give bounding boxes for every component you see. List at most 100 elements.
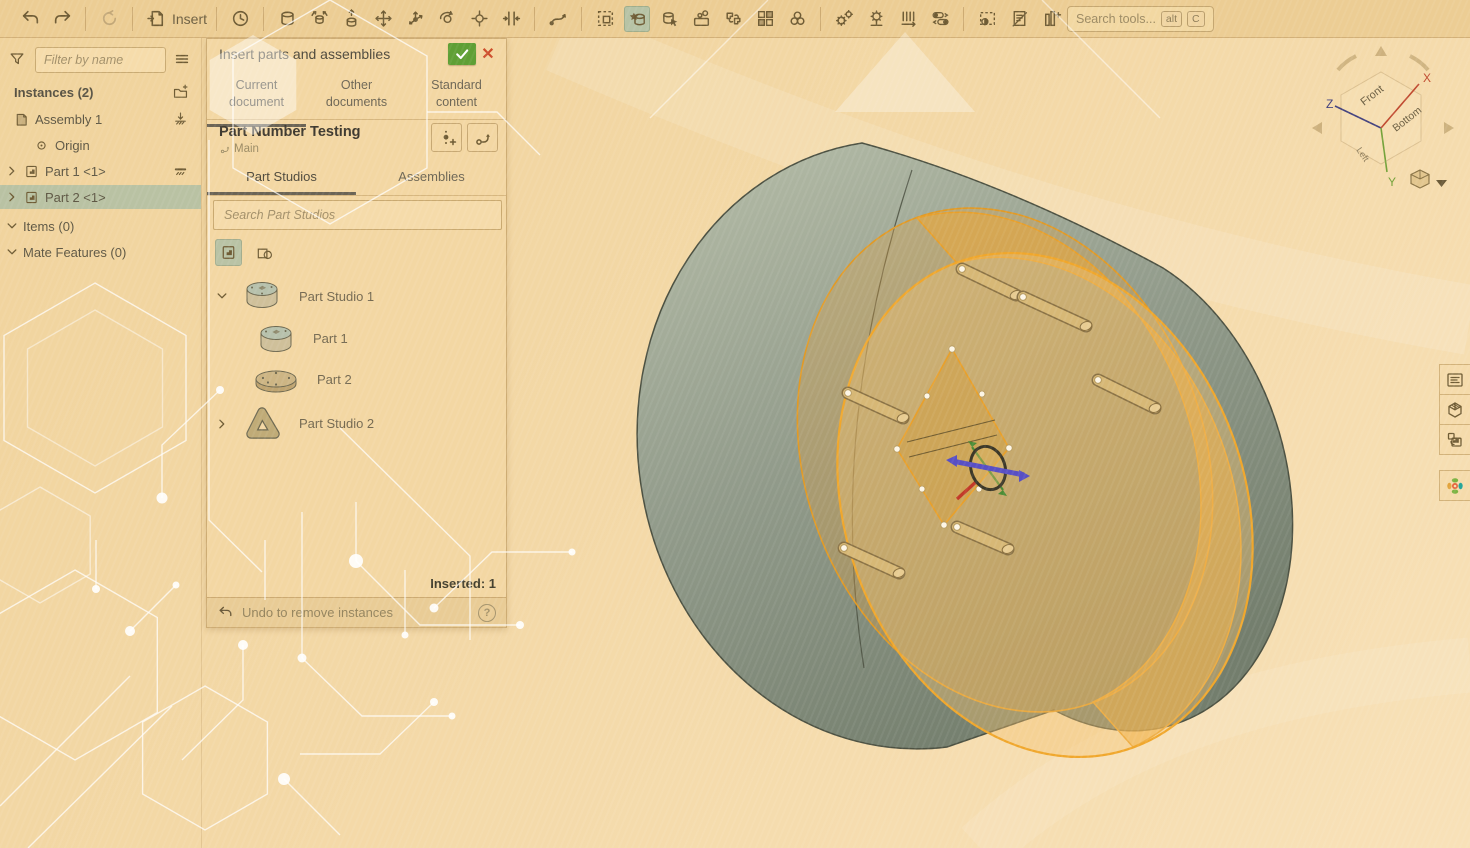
select-scope-icon[interactable] (592, 6, 618, 32)
undo-label: Undo to remove instances (242, 605, 478, 620)
pin-slot-mate-icon[interactable] (466, 6, 492, 32)
rollback-icon (96, 6, 122, 32)
revolute-mate-icon[interactable] (306, 6, 332, 32)
part1-label: Part 1 <1> (45, 164, 106, 179)
axis-z-label: Z (1326, 97, 1333, 111)
tree-row-part2-selected[interactable]: Part 2 <1> (0, 185, 201, 209)
assembly-label: Assembly 1 (35, 112, 102, 127)
list-item-part-2[interactable]: Part 2 (207, 359, 506, 400)
redo-icon[interactable] (49, 6, 75, 32)
dialog-subtabs: Part Studios Assemblies (207, 161, 506, 196)
document-name: Part Number Testing (219, 124, 361, 140)
assembly-doc-icon (12, 110, 30, 128)
fixed-gear-icon[interactable] (863, 6, 889, 32)
search-tools-button[interactable]: Search tools... alt C (1067, 6, 1214, 32)
mate-features-header: Mate Features (0) (23, 245, 126, 260)
toolbar-divider (534, 7, 535, 31)
switch-instances-icon[interactable] (927, 6, 953, 32)
chevron-right-icon[interactable] (215, 417, 229, 431)
list-item-part-1[interactable]: Part 1 (207, 318, 506, 359)
kbd-alt: alt (1161, 11, 1182, 27)
history-icon[interactable] (227, 6, 253, 32)
create-version-button[interactable] (431, 123, 462, 152)
subtab-assemblies[interactable]: Assemblies (357, 161, 506, 192)
tree-row-assembly[interactable]: Assembly 1 (0, 107, 201, 131)
derived-part-icon[interactable] (1439, 424, 1470, 455)
view-cube-dropdown[interactable] (1411, 170, 1447, 188)
tab-current-document[interactable]: Currentdocument (207, 69, 306, 127)
mate-features-header-row[interactable]: Mate Features (0) (0, 240, 201, 264)
part-studio-1-thumbnail (239, 277, 285, 315)
ball-mate-icon[interactable] (402, 6, 428, 32)
group-icon[interactable] (688, 6, 714, 32)
axis-x-label: X (1423, 71, 1431, 85)
items-header-row[interactable]: Items (0) (0, 214, 201, 238)
replicate-icon[interactable] (720, 6, 746, 32)
close-icon[interactable]: ✕ (476, 43, 500, 65)
color-views-icon[interactable] (1439, 470, 1470, 501)
select-part-icon[interactable] (656, 6, 682, 32)
part2-label: Part 2 <1> (45, 190, 106, 205)
tab-standard-content[interactable]: Standardcontent (407, 69, 506, 124)
undo-icon[interactable] (17, 6, 43, 32)
subtab-part-studios[interactable]: Part Studios (207, 161, 356, 195)
toolbar-divider (963, 7, 964, 31)
part-icon (22, 162, 40, 180)
view-cube[interactable]: Z X Y Front Bottom Left (1308, 40, 1458, 200)
chevron-right-icon[interactable] (5, 164, 19, 178)
undo-bar[interactable]: Undo to remove instances ? (207, 597, 506, 627)
branch-icon (219, 143, 231, 155)
part-2-thumbnail (249, 361, 303, 399)
filter-funnel-icon[interactable] (8, 50, 28, 70)
check-icon (454, 46, 470, 62)
bom-table-icon[interactable] (1038, 6, 1064, 32)
caret-down-icon[interactable] (1436, 180, 1447, 187)
insert-dialog: Insert parts and assemblies ✕ Currentdoc… (206, 38, 507, 628)
tree-row-part1[interactable]: Part 1 <1> (0, 159, 201, 183)
insert-part-icon[interactable] (624, 6, 650, 32)
tab-other-documents[interactable]: Otherdocuments (307, 69, 406, 124)
versions-graph-button[interactable] (467, 123, 498, 152)
chevron-down-icon[interactable] (5, 245, 19, 259)
list-item-part-studio-1[interactable]: Part Studio 1 (207, 275, 506, 317)
inserted-count: Inserted: 1 (430, 576, 496, 591)
insert-button[interactable]: Insert (172, 11, 207, 27)
chevron-right-icon[interactable] (5, 190, 19, 204)
confirm-button[interactable] (448, 43, 476, 65)
help-icon[interactable]: ? (478, 604, 496, 622)
toolbar-divider (581, 7, 582, 31)
section-view-icon[interactable] (974, 6, 1000, 32)
planar-mate-icon[interactable] (370, 6, 396, 32)
part-2-label: Part 2 (317, 372, 352, 387)
relation-icon[interactable] (545, 6, 571, 32)
items-header: Items (0) (23, 219, 74, 234)
list-item-part-studio-2[interactable]: Part Studio 2 (207, 401, 506, 446)
filter-input[interactable] (35, 47, 166, 73)
chevron-down-icon[interactable] (5, 219, 19, 233)
list-view-icon[interactable] (173, 50, 193, 70)
dialog-tabs: Currentdocument Otherdocuments Standardc… (207, 69, 506, 120)
fastened-mate-icon[interactable] (498, 6, 524, 32)
mate-icon[interactable] (274, 6, 300, 32)
gear-relation-icon[interactable] (831, 6, 857, 32)
toolbar-divider (263, 7, 264, 31)
explode-icon[interactable] (784, 6, 810, 32)
part-studios-search-input[interactable] (213, 200, 502, 230)
exploded-cube-icon[interactable] (1439, 394, 1470, 425)
rack-pinion-icon[interactable] (895, 6, 921, 32)
document-header: Part Number Testing Main (207, 120, 506, 160)
undo-icon (217, 604, 234, 621)
create-folder-icon[interactable] (171, 83, 189, 101)
insert-icon[interactable] (143, 6, 169, 32)
filter-parts-icon[interactable] (215, 239, 242, 266)
tree-row-origin[interactable]: Origin (0, 133, 201, 157)
appearance-note-icon[interactable] (1006, 6, 1032, 32)
linear-pattern-icon[interactable] (752, 6, 778, 32)
cylindrical-mate-icon[interactable] (434, 6, 460, 32)
structure-list-icon[interactable] (1439, 364, 1470, 395)
part-1-label: Part 1 (313, 331, 348, 346)
chevron-down-icon[interactable] (215, 289, 229, 303)
part-studio-2-thumbnail (239, 404, 285, 444)
slider-mate-icon[interactable] (338, 6, 364, 32)
filter-surfaces-icon[interactable] (251, 239, 278, 266)
